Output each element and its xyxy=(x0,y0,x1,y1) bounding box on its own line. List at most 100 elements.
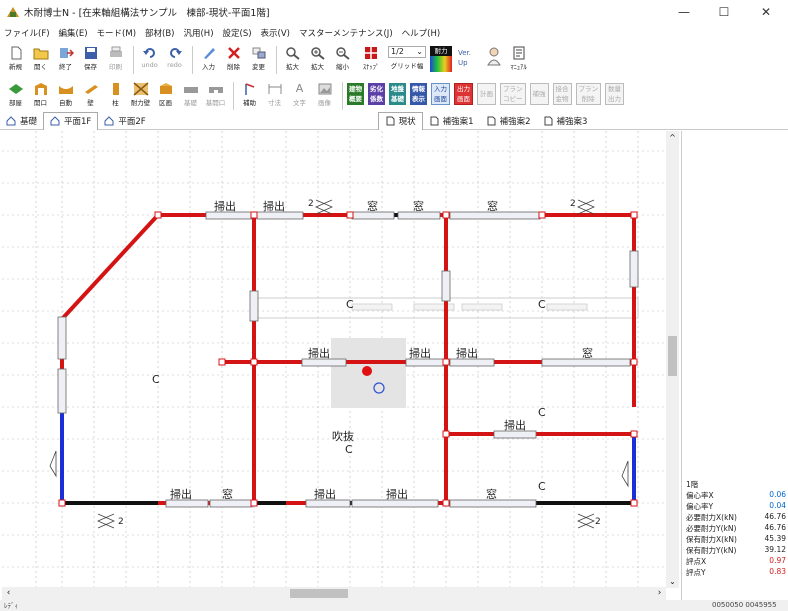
toolbar2-box-label: 数量 出力 xyxy=(608,84,621,104)
menu-help[interactable]: ヘルプ(H) xyxy=(402,27,441,39)
zoom-button[interactable]: 拡大 xyxy=(281,44,304,71)
toolbar2-box-10[interactable]: プラン 削除 xyxy=(575,83,601,105)
redo-button[interactable]: redo xyxy=(163,44,186,69)
zoom-in-button[interactable]: 拡大 xyxy=(306,44,329,71)
save-button[interactable]: 保存 xyxy=(79,44,102,71)
vertical-scrollbar[interactable]: ^ ⌄ xyxy=(666,131,679,588)
tab-current[interactable]: 現状 xyxy=(377,111,423,130)
tab-floor2[interactable]: 平面2F xyxy=(98,112,151,130)
menu-edit[interactable]: 編集(E) xyxy=(59,27,88,39)
menu-general[interactable]: 汎用(H) xyxy=(183,27,213,39)
floor-plan[interactable]: 掃出 掃出 窓 窓 窓 掃出 掃出 掃出 窓 掃出 掃出 窓 掃出 掃出 窓 C… xyxy=(2,131,664,588)
dimension-marker xyxy=(621,460,629,488)
aux-line-button[interactable]: 補助 xyxy=(238,80,261,107)
toolbar2-box-3[interactable]: 情報 表示 xyxy=(410,83,427,105)
toolbar2-box-5[interactable]: 出力 画面 xyxy=(454,83,473,105)
drawing-canvas[interactable]: 掃出 掃出 窓 窓 窓 掃出 掃出 掃出 窓 掃出 掃出 窓 掃出 掃出 窓 C… xyxy=(2,131,664,588)
grid-width-select[interactable]: 1/2 ⌄ グリッド幅 xyxy=(388,44,426,70)
capacity-x-value: 45.39 xyxy=(764,534,786,543)
box-line1: 計画 xyxy=(480,90,493,98)
foundation-button[interactable]: 基礎 xyxy=(179,80,202,107)
panel-row: 評点Y 0.83 xyxy=(686,567,786,578)
foundation-opening-button[interactable]: 基開口 xyxy=(204,80,227,107)
toolbar2-box-9[interactable]: 接合 金物 xyxy=(552,83,572,105)
exit-button[interactable]: 終了 xyxy=(54,44,77,71)
toolbar2-box-label: 接合 金物 xyxy=(556,84,569,104)
toolbar2-box-0[interactable]: 建物 概要 xyxy=(347,83,364,105)
close-button[interactable]: ✕ xyxy=(746,0,786,24)
toolbar2-box-1[interactable]: 劣化 係数 xyxy=(368,83,385,105)
change-button[interactable]: 変更 xyxy=(247,44,270,71)
box-line2: 表示 xyxy=(412,95,425,103)
chevron-down-icon: ⌄ xyxy=(416,47,423,56)
version-up-button[interactable]: Ver. Up xyxy=(458,48,478,68)
undo-button[interactable]: undo xyxy=(138,44,161,69)
menu-settings[interactable]: 設定(S) xyxy=(223,27,252,39)
toolbar2-box-4[interactable]: 入力 画面 xyxy=(431,83,450,105)
open-button[interactable]: 開く xyxy=(29,44,52,71)
label-room-c: C xyxy=(152,373,160,386)
menu-members[interactable]: 部材(B) xyxy=(145,27,174,39)
scroll-down-icon[interactable]: ⌄ xyxy=(666,575,679,588)
menu-mode[interactable]: モード(M) xyxy=(97,27,136,39)
menu-file[interactable]: ファイル(F) xyxy=(4,27,50,39)
new-button[interactable]: 新規 xyxy=(4,44,27,71)
capacity-y-label: 保有耐力Y(kN) xyxy=(686,546,737,555)
minimize-button[interactable]: — xyxy=(664,0,704,24)
section-icon xyxy=(159,83,172,94)
tab-foundation[interactable]: 基礎 xyxy=(0,112,43,130)
toolbar2-box-6[interactable]: 計画 xyxy=(477,83,496,105)
snap-button[interactable]: ｽﾅｯﾌﾟ xyxy=(356,44,386,71)
separator xyxy=(192,46,193,74)
taryoku-button[interactable]: 耐力 xyxy=(430,46,452,72)
opening-button[interactable]: 開口 xyxy=(29,80,52,107)
capacity-x-label: 保有耐力X(kN) xyxy=(686,535,737,544)
vertical-scroll-thumb[interactable] xyxy=(668,336,677,376)
change-label: 変更 xyxy=(252,63,265,71)
zoom-icon xyxy=(285,47,300,60)
delete-button[interactable]: 削除 xyxy=(222,44,245,71)
tab-plan3[interactable]: 補強案3 xyxy=(537,112,594,130)
menu-view[interactable]: 表示(V) xyxy=(261,27,290,39)
wall-button[interactable]: 壁 xyxy=(79,80,102,107)
doctor-button[interactable] xyxy=(482,44,505,66)
doctor-avatar-icon xyxy=(486,47,501,66)
scroll-up-icon[interactable]: ^ xyxy=(666,131,679,144)
foundation-icon xyxy=(183,87,198,93)
panel-row: 必要耐力Y(kN) 46.76 xyxy=(686,523,786,534)
toolbar2-box-7[interactable]: プラン コピー xyxy=(500,83,526,105)
box-line2: 画面 xyxy=(457,95,470,103)
text-button[interactable]: A 文字 xyxy=(288,80,311,107)
horizontal-scroll-thumb[interactable] xyxy=(290,589,348,598)
toolbar2-box-2[interactable]: 地盤 基礎 xyxy=(389,83,406,105)
opening-label: 開口 xyxy=(34,99,47,107)
menu-master[interactable]: マスターメンテナンス(J) xyxy=(299,27,393,39)
column-button[interactable]: 柱 xyxy=(104,80,127,107)
menu-bar: ファイル(F) 編集(E) モード(M) 部材(B) 汎用(H) 設定(S) 表… xyxy=(0,24,788,42)
tab-plan2[interactable]: 補強案2 xyxy=(480,112,537,130)
print-button[interactable]: 印刷 xyxy=(104,44,127,71)
horizontal-scrollbar[interactable]: ‹ › xyxy=(2,587,666,600)
grid-width-label: グリッド幅 xyxy=(390,62,424,70)
maximize-button[interactable]: ☐ xyxy=(704,0,744,24)
manual-button[interactable]: ﾏﾆｭｱﾙ xyxy=(507,44,530,71)
zoom-out-button[interactable]: 縮小 xyxy=(331,44,354,71)
tab-plan1[interactable]: 補強案1 xyxy=(423,112,480,130)
image-button[interactable]: 画像 xyxy=(313,80,336,107)
foundation-opening-icon xyxy=(208,87,223,93)
auto-button[interactable]: 自動 xyxy=(54,80,77,107)
input-button[interactable]: 入力 xyxy=(197,44,220,71)
dimension-button[interactable]: 寸法 xyxy=(263,80,286,107)
eccentricity-x-label: 偏心率X xyxy=(686,491,714,500)
bearing-wall-button[interactable]: 耐力壁 xyxy=(129,80,152,107)
house-icon xyxy=(104,115,114,125)
snap-label: ｽﾅｯﾌﾟ xyxy=(362,63,380,71)
label-sweep: 掃出 xyxy=(170,487,192,501)
toolbar2-box-11[interactable]: 数量 出力 xyxy=(605,83,624,105)
scroll-left-icon[interactable]: ‹ xyxy=(2,587,15,600)
toolbar2-box-8[interactable]: 補強 xyxy=(529,83,549,105)
tab-floor1[interactable]: 平面1F xyxy=(43,111,99,130)
scroll-right-icon[interactable]: › xyxy=(653,587,666,600)
room-button[interactable]: 部屋 xyxy=(4,80,27,107)
section-button[interactable]: 区画 xyxy=(154,80,177,107)
